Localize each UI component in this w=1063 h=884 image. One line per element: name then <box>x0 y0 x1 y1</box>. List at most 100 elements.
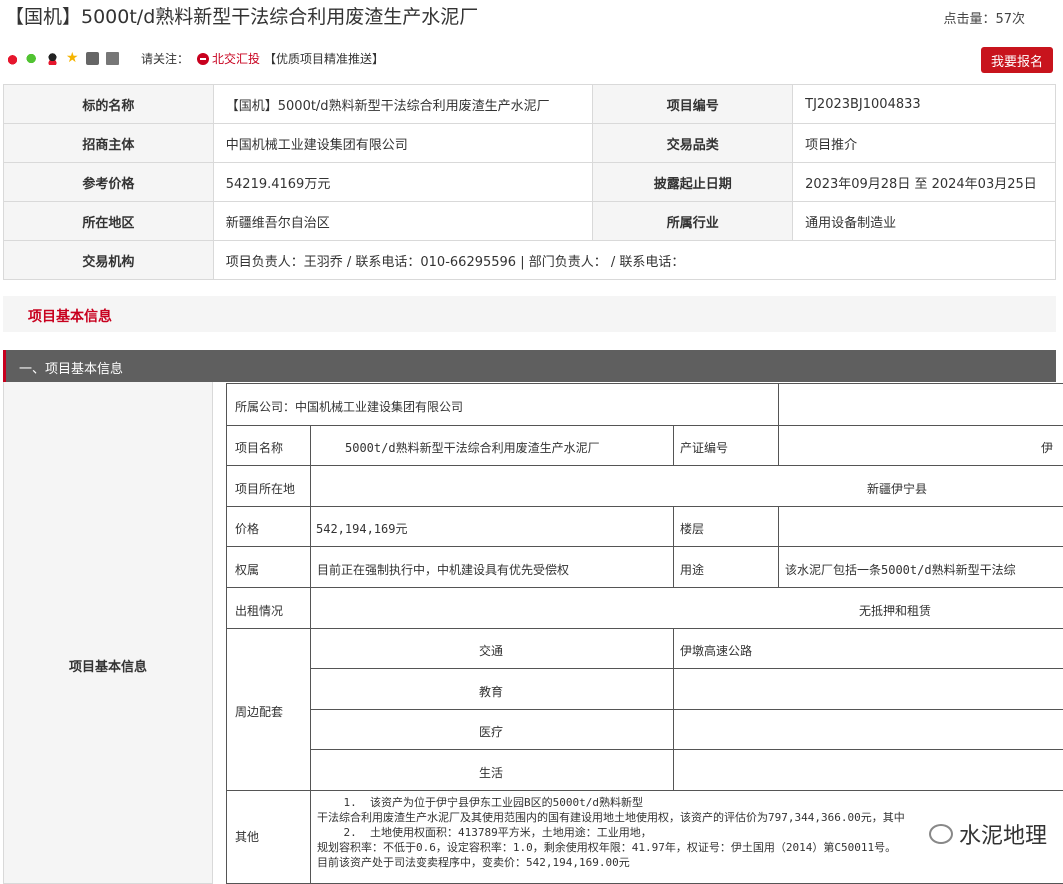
section-title: 项目基本信息 <box>28 309 112 325</box>
label-cell: 所属行业 <box>592 201 794 241</box>
left-label: 项目基本信息 <box>68 660 147 675</box>
promo-link[interactable]: 【优质项目精准推送】 <box>264 50 384 67</box>
price-value: 542,194,169元 <box>316 522 408 536</box>
company-text: 所属公司：中国机械工业建设集团有限公司 <box>235 400 464 414</box>
click-count: 点击量：57次 <box>943 12 1025 27</box>
ownership-value-cell: 目前正在强制执行中，中机建设具有优先受偿权 <box>310 546 673 587</box>
company-cell: 所属公司：中国机械工业建设集团有限公司 <box>226 383 778 425</box>
medical-label-cell: 医疗 <box>310 709 673 749</box>
table-row: 招商主体 中国机械工业建设集团有限公司 交易品类 项目推介 <box>3 123 1056 163</box>
price-label-cell: 价格 <box>226 506 310 546</box>
value-cell: 2023年09月28日 至 2024年03月25日 <box>792 162 1056 202</box>
life-label-cell: 生活 <box>310 749 673 790</box>
traffic-label: 交通 <box>479 644 504 658</box>
label-cell: 招商主体 <box>3 123 214 163</box>
star-icon[interactable]: ★ <box>66 51 79 65</box>
rent-label: 出租情况 <box>235 604 284 618</box>
other-line: 干法综合利用废渣生产水泥厂及其使用范围内的国有建设用地土地使用权，该资产的评估价… <box>317 811 905 824</box>
other-label-cell: 其他 <box>226 790 310 884</box>
section-header: 项目基本信息 <box>3 296 1056 332</box>
life-value-cell <box>673 749 1063 790</box>
follow-label: 请关注： <box>141 52 190 66</box>
location-value: 新疆伊宁县 <box>867 482 928 496</box>
label-cell: 披露起止日期 <box>592 162 794 202</box>
name-value: 5000t/d熟料新型干法综合利用废渣生产水泥厂 <box>345 441 600 455</box>
print-icon[interactable] <box>106 52 119 65</box>
subsection-bar: 一、项目基本信息 <box>3 350 1056 382</box>
weibo-icon[interactable] <box>6 52 19 65</box>
subsection-title: 一、项目基本信息 <box>19 362 124 377</box>
use-label: 用途 <box>680 563 705 577</box>
label-cell: 项目编号 <box>592 84 794 124</box>
left-label-column: 项目基本信息 <box>3 382 213 884</box>
other-line: 2. 土地使用权面积：413789平方米，土地用途：工业用地， <box>317 826 652 839</box>
name-value-cell: 5000t/d熟料新型干法综合利用废渣生产水泥厂 <box>310 425 673 465</box>
life-label: 生活 <box>479 766 504 780</box>
page-title: 【国机】5000t/d熟料新型干法综合利用废渣生产水泥厂 <box>5 6 479 28</box>
ownership-value: 目前正在强制执行中，中机建设具有优先受偿权 <box>317 563 570 577</box>
wechat-icon[interactable] <box>26 52 39 65</box>
other-label: 其他 <box>235 830 260 844</box>
floor-label: 楼层 <box>680 522 705 536</box>
signup-button[interactable]: 我要报名 <box>981 47 1053 73</box>
bjhb-logo-icon <box>197 52 210 65</box>
edu-label: 教育 <box>479 685 504 699</box>
ownership-label-cell: 权属 <box>226 546 310 587</box>
watermark: 水泥地理 <box>928 818 1047 850</box>
rent-value: 无抵押和租赁 <box>859 604 932 618</box>
accent-bar <box>3 350 6 382</box>
value-cell: TJ2023BJ1004833 <box>792 84 1056 124</box>
rent-value-cell: 无抵押和租赁 <box>310 587 1063 628</box>
watermark-text: 水泥地理 <box>958 824 1047 849</box>
other-line: 目前该资产处于司法变卖程序中，变卖价：542,194,169.00元 <box>317 856 630 869</box>
price-label: 价格 <box>235 522 260 536</box>
agency-value: 项目负责人：王羽乔 / 联系电话：010-66295596 | 部门负责人： /… <box>212 240 1057 280</box>
value-cell: 中国机械工业建设集团有限公司 <box>212 123 594 163</box>
value-cell: 新疆维吾尔自治区 <box>212 201 594 241</box>
other-line: 规划容积率：不低于0.6，设定容积率：1.0，剩余使用权年限：41.97年，权证… <box>317 841 897 854</box>
bjhb-link[interactable]: 北交汇投 <box>197 50 260 67</box>
use-label-cell: 用途 <box>673 546 778 587</box>
edu-label-cell: 教育 <box>310 668 673 709</box>
qq-icon[interactable] <box>46 52 59 65</box>
edit-icon[interactable] <box>86 52 99 65</box>
share-bar: ★ 请关注： 北交汇投 【优质项目精准推送】 <box>6 50 384 67</box>
location-label: 项目所在地 <box>235 482 296 496</box>
other-line: 1. 该资产为位于伊宁县伊东工业园B区的5000t/d熟料新型 <box>317 796 643 809</box>
cert-value-cell: 伊 <box>778 425 1063 465</box>
cert-value: 伊 <box>1041 441 1054 455</box>
value-cell: 通用设备制造业 <box>792 201 1056 241</box>
rent-label-cell: 出租情况 <box>226 587 310 628</box>
table-row: 所在地区 新疆维吾尔自治区 所属行业 通用设备制造业 <box>3 201 1056 241</box>
use-value: 该水泥厂包括一条5000t/d熟料新型干法综 <box>785 563 1016 577</box>
value-cell: 项目推介 <box>792 123 1056 163</box>
floor-label-cell: 楼层 <box>673 506 778 546</box>
label-cell: 参考价格 <box>3 162 214 202</box>
medical-value-cell <box>673 709 1063 749</box>
traffic-label-cell: 交通 <box>310 628 673 668</box>
wechat-watermark-icon <box>928 824 953 844</box>
floor-value-cell <box>778 506 1063 546</box>
name-label: 项目名称 <box>235 441 284 455</box>
surround-label-cell: 周边配套 <box>226 628 310 790</box>
use-value-cell: 该水泥厂包括一条5000t/d熟料新型干法综 <box>778 546 1063 587</box>
medical-label: 医疗 <box>479 725 504 739</box>
bjhb-text: 北交汇投 <box>212 52 261 66</box>
table-row: 交易机构 项目负责人：王羽乔 / 联系电话：010-66295596 | 部门负… <box>3 240 1057 280</box>
value-cell: 【国机】5000t/d熟料新型干法综合利用废渣生产水泥厂 <box>212 84 594 124</box>
table-row: 参考价格 54219.4169万元 披露起止日期 2023年09月28日 至 2… <box>3 162 1056 202</box>
edu-value-cell <box>673 668 1063 709</box>
name-label-cell: 项目名称 <box>226 425 310 465</box>
traffic-value-cell: 伊墩高速公路 <box>673 628 1063 668</box>
location-value-cell: 新疆伊宁县 <box>310 465 1063 506</box>
table-row: 标的名称 【国机】5000t/d熟料新型干法综合利用废渣生产水泥厂 项目编号 T… <box>3 84 1056 124</box>
cert-label-cell: 产证编号 <box>673 425 778 465</box>
info-table: 标的名称 【国机】5000t/d熟料新型干法综合利用废渣生产水泥厂 项目编号 T… <box>3 84 1057 280</box>
cert-label: 产证编号 <box>680 441 729 455</box>
label-cell: 交易品类 <box>592 123 794 163</box>
label-cell: 标的名称 <box>3 84 214 124</box>
price-value-cell: 542,194,169元 <box>310 506 673 546</box>
location-label-cell: 项目所在地 <box>226 465 310 506</box>
label-cell: 所在地区 <box>3 201 214 241</box>
ownership-label: 权属 <box>235 563 260 577</box>
